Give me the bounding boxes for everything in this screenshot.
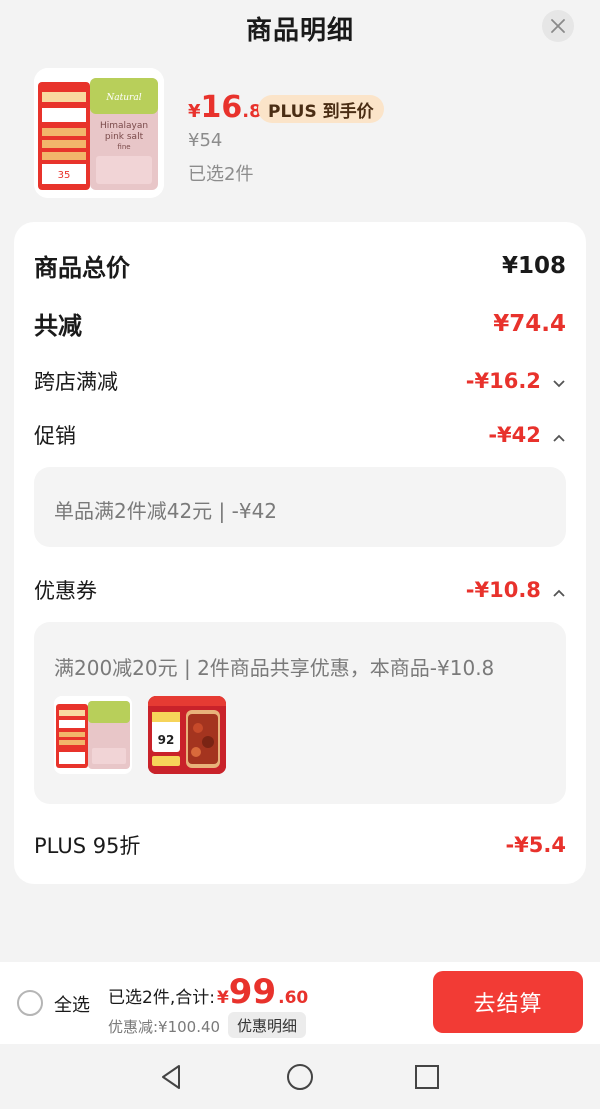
total-price-label: 商品总价 xyxy=(34,254,130,282)
cross-store-label: 跨店满减 xyxy=(34,370,118,394)
back-triangle-icon[interactable] xyxy=(157,1062,187,1092)
chevron-up-icon xyxy=(553,434,565,442)
total-reduce-value: ¥74.4 xyxy=(493,310,566,337)
price-currency: ¥ xyxy=(188,101,201,122)
total-integer: 99 xyxy=(228,972,277,1012)
coupon-row[interactable]: 优惠券 -¥10.8 xyxy=(34,575,566,605)
price-detail-card: 商品总价 ¥108 共减 ¥74.4 跨店满减 -¥16.2 促销 -¥42 单… xyxy=(14,222,586,884)
total-reduce-label: 共减 xyxy=(34,312,82,340)
coupon-value: -¥10.8 xyxy=(465,578,541,602)
coupon-item-thumbnail[interactable]: 92 xyxy=(148,696,226,774)
svg-text:92: 92 xyxy=(158,733,175,747)
plus-discount-value: -¥5.4 xyxy=(505,833,566,857)
promotion-value: -¥42 xyxy=(488,423,541,447)
page-title: 商品明细 xyxy=(245,15,354,46)
salt-product-image xyxy=(54,696,132,774)
salt-product-image: 35 Natural Himalayan pink salt fine xyxy=(34,68,164,198)
recents-square-icon[interactable] xyxy=(412,1062,442,1092)
chevron-up-icon xyxy=(553,589,565,597)
svg-text:pink salt: pink salt xyxy=(105,132,144,142)
svg-text:fine: fine xyxy=(117,143,130,151)
page-header: 商品明细 xyxy=(0,0,600,56)
promotion-detail-box: 单品满2件减42元 | -¥42 xyxy=(34,467,566,547)
discount-amount: 优惠减:¥100.40 xyxy=(108,1018,221,1036)
checkout-button[interactable]: 去结算 xyxy=(433,971,583,1033)
svg-text:Natural: Natural xyxy=(105,93,141,103)
select-all-label[interactable]: 全选 xyxy=(54,991,90,1017)
plus-discount-label: PLUS 95折 xyxy=(34,834,141,858)
original-price: ¥54 xyxy=(188,130,223,151)
plus-price: ¥ 16 .8 xyxy=(188,90,262,125)
total-price-row: 商品总价 ¥108 xyxy=(34,248,566,283)
total-price-value: ¥108 xyxy=(501,252,566,279)
selected-count: 已选2件 xyxy=(188,164,254,185)
cross-store-row[interactable]: 跨店满减 -¥16.2 xyxy=(34,366,566,396)
cross-store-value: -¥16.2 xyxy=(465,369,541,393)
system-nav-bar xyxy=(0,1044,600,1109)
checkout-bar: 全选 已选2件,合计: ¥ 99 .60 优惠减:¥100.40 优惠明细 去结… xyxy=(0,962,600,1044)
coupon-item-thumbnail[interactable] xyxy=(54,696,132,774)
close-button[interactable] xyxy=(542,10,574,42)
svg-text:Himalayan: Himalayan xyxy=(100,121,148,131)
home-circle-icon[interactable] xyxy=(285,1062,315,1092)
total-decimal: .60 xyxy=(278,988,309,1008)
coupon-label: 优惠券 xyxy=(34,579,97,603)
chevron-down-icon xyxy=(553,379,565,387)
promotion-label: 促销 xyxy=(34,424,76,448)
total-reduce-row: 共减 ¥74.4 xyxy=(34,306,566,341)
selected-total: 已选2件,合计: ¥ 99 .60 xyxy=(108,972,308,1012)
coupon-detail-text: 满200减20元 | 2件商品共享优惠，本商品-¥10.8 xyxy=(54,656,495,680)
price-integer: 16 xyxy=(200,90,243,125)
select-all-checkbox[interactable] xyxy=(17,990,43,1016)
selected-total-label: 已选2件,合计: xyxy=(108,988,215,1008)
snack-jar-image: 92 xyxy=(148,696,226,774)
promotion-row[interactable]: 促销 -¥42 xyxy=(34,420,566,450)
promotion-detail-text: 单品满2件减42元 | -¥42 xyxy=(54,499,278,523)
product-thumbnail[interactable]: 35 Natural Himalayan pink salt fine xyxy=(34,68,164,198)
product-summary: 35 Natural Himalayan pink salt fine ¥ 16… xyxy=(34,68,566,203)
plus-price-tag: PLUS 到手价 xyxy=(258,95,384,123)
svg-text:35: 35 xyxy=(58,170,71,181)
discount-detail-button[interactable]: 优惠明细 xyxy=(228,1012,307,1038)
close-icon xyxy=(551,19,565,33)
coupon-detail-box: 满200减20元 | 2件商品共享优惠，本商品-¥10.8 92 xyxy=(34,622,566,804)
total-currency: ¥ xyxy=(216,988,229,1008)
plus-discount-row: PLUS 95折 -¥5.4 xyxy=(34,830,566,860)
